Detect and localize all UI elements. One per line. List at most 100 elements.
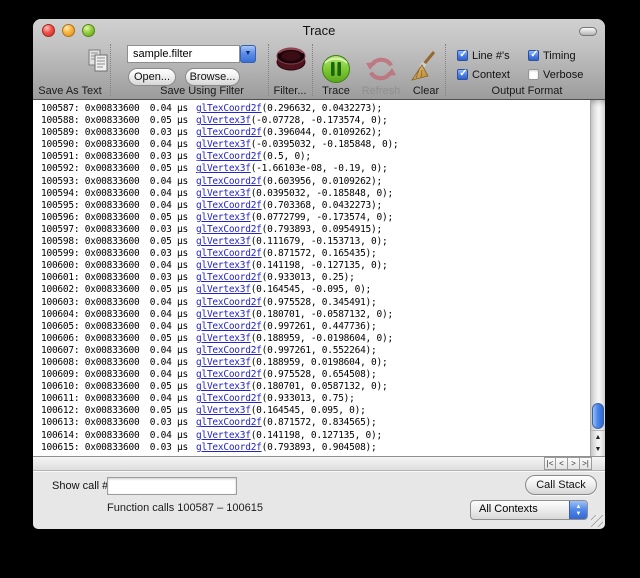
scrollbar-thumb[interactable] [592,403,604,429]
trace-row[interactable]: 100594: 0x008336000.04 µsglVertex3f(0.03… [33,188,590,200]
trace-row[interactable]: 100612: 0x008336000.05 µsglVertex3f(0.16… [33,405,590,417]
trace-row[interactable]: 100603: 0x008336000.04 µsglTexCoord2f(0.… [33,297,590,309]
trace-row[interactable]: 100601: 0x008336000.03 µsglTexCoord2f(0.… [33,272,590,284]
checkbox-timing[interactable]: ✓ Timing [528,49,576,62]
trace-row[interactable]: 100587: 0x008336000.04 µsglTexCoord2f(0.… [33,103,590,115]
filter-button[interactable] [273,45,309,80]
trace-row[interactable]: 100599: 0x008336000.03 µsglTexCoord2f(0.… [33,248,590,260]
function-link[interactable]: glVertex3f [196,381,251,392]
function-link[interactable]: glTexCoord2f [196,248,262,259]
context-checkbox[interactable]: ✓ [457,69,468,80]
trace-row[interactable]: 100593: 0x008336000.04 µsglTexCoord2f(0.… [33,176,590,188]
function-link[interactable]: glTexCoord2f [196,272,262,283]
function-link[interactable]: glTexCoord2f [196,393,262,404]
filter-combo[interactable]: sample.filter ▼ [127,45,256,63]
browse-button[interactable]: Browse... [185,68,240,86]
call-stack-button[interactable]: Call Stack [525,475,597,495]
trace-row[interactable]: 100597: 0x008336000.03 µsglTexCoord2f(0.… [33,224,590,236]
call-number-input[interactable] [107,477,237,495]
vertical-scrollbar[interactable]: ▲ ▼ [590,100,605,456]
function-link[interactable]: glTexCoord2f [196,103,262,114]
trace-row[interactable]: 100608: 0x008336000.04 µsglVertex3f(0.18… [33,357,590,369]
function-link[interactable]: glTexCoord2f [196,417,262,428]
checkbox-context[interactable]: ✓ Context [457,68,510,81]
function-link[interactable]: glVertex3f [196,405,251,416]
toolbar-toggle-pill[interactable] [579,27,597,36]
function-link[interactable]: glTexCoord2f [196,442,262,453]
filter-combo-value[interactable]: sample.filter [127,45,240,63]
scroll-up-button[interactable]: ▲ [591,430,605,444]
trace-row[interactable]: 100592: 0x008336000.05 µsglVertex3f(-1.6… [33,163,590,175]
call-args: (0.188959, 0.0198604, 0); [251,357,388,368]
function-link[interactable]: glTexCoord2f [196,321,262,332]
function-link[interactable]: glTexCoord2f [196,224,262,235]
function-link[interactable]: glVertex3f [196,284,251,295]
call-line-address: 100598: 0x00833600 [41,236,141,248]
trace-row[interactable]: 100588: 0x008336000.05 µsglVertex3f(-0.0… [33,115,590,127]
trace-row[interactable]: 100605: 0x008336000.04 µsglTexCoord2f(0.… [33,321,590,333]
scroll-down-button[interactable]: ▼ [591,443,605,456]
function-link[interactable]: glVertex3f [196,430,251,441]
trace-button[interactable] [320,53,352,88]
filter-combo-dropdown-button[interactable]: ▼ [240,45,256,63]
call-line-address: 100596: 0x00833600 [41,212,141,224]
trace-row[interactable]: 100589: 0x008336000.03 µsglTexCoord2f(0.… [33,127,590,139]
save-as-text-button[interactable] [85,48,111,77]
trace-row[interactable]: 100604: 0x008336000.04 µsglVertex3f(0.18… [33,309,590,321]
next-page-button[interactable]: > [568,457,580,470]
function-link[interactable]: glVertex3f [196,188,251,199]
function-link[interactable]: glTexCoord2f [196,176,262,187]
titlebar[interactable]: Trace [33,19,605,41]
function-link[interactable]: glVertex3f [196,212,251,223]
verbose-checkbox[interactable]: ✓ [528,69,539,80]
trace-row[interactable]: 100609: 0x008336000.04 µsglTexCoord2f(0.… [33,369,590,381]
clear-button[interactable] [410,51,440,86]
trace-list[interactable]: 100587: 0x008336000.04 µsglTexCoord2f(0.… [33,100,590,459]
trace-row[interactable]: 100611: 0x008336000.04 µsglTexCoord2f(0.… [33,393,590,405]
open-button[interactable]: Open... [128,68,176,86]
trace-row[interactable]: 100591: 0x008336000.03 µsglTexCoord2f(0.… [33,151,590,163]
trace-row[interactable]: 100613: 0x008336000.03 µsglTexCoord2f(0.… [33,417,590,429]
function-link[interactable]: glVertex3f [196,139,251,150]
call-line-address: 100594: 0x00833600 [41,188,141,200]
trace-row[interactable]: 100610: 0x008336000.05 µsglVertex3f(0.18… [33,381,590,393]
resize-grip[interactable] [591,515,603,527]
function-link[interactable]: glTexCoord2f [196,369,262,380]
call-time: 0.05 µs [141,212,188,224]
trace-row[interactable]: 100602: 0x008336000.05 µsglVertex3f(0.16… [33,284,590,296]
function-link[interactable]: glTexCoord2f [196,127,262,138]
contexts-popup[interactable]: All Contexts ▲ ▼ [470,500,588,520]
trace-row[interactable]: 100615: 0x008336000.03 µsglTexCoord2f(0.… [33,442,590,454]
call-args: (0.5, 0); [262,151,311,162]
function-link[interactable]: glTexCoord2f [196,297,262,308]
prev-page-button[interactable]: < [556,457,568,470]
function-link[interactable]: glVertex3f [196,357,251,368]
checkbox-line-numbers[interactable]: ✓ Line #'s [457,49,510,62]
trace-row[interactable]: 100607: 0x008336000.04 µsglTexCoord2f(0.… [33,345,590,357]
function-link[interactable]: glVertex3f [196,163,251,174]
trace-row[interactable]: 100614: 0x008336000.04 µsglVertex3f(0.14… [33,430,590,442]
trace-row[interactable]: 100596: 0x008336000.05 µsglVertex3f(0.07… [33,212,590,224]
refresh-button[interactable] [364,53,398,88]
function-link[interactable]: glVertex3f [196,333,251,344]
save-as-text-icon [85,65,111,77]
call-args: (0.0395032, -0.185848, 0); [251,188,393,199]
line-numbers-checkbox[interactable]: ✓ [457,50,468,61]
trace-row[interactable]: 100600: 0x008336000.04 µsglVertex3f(0.14… [33,260,590,272]
call-args: (0.871572, 0.834565); [262,417,377,428]
trace-row[interactable]: 100606: 0x008336000.05 µsglVertex3f(0.18… [33,333,590,345]
trace-row[interactable]: 100595: 0x008336000.04 µsglTexCoord2f(0.… [33,200,590,212]
first-page-button[interactable]: |< [544,457,556,470]
function-link[interactable]: glTexCoord2f [196,151,262,162]
trace-row[interactable]: 100598: 0x008336000.05 µsglVertex3f(0.11… [33,236,590,248]
last-page-button[interactable]: >| [580,457,592,470]
function-link[interactable]: glTexCoord2f [196,345,262,356]
function-link[interactable]: glVertex3f [196,115,251,126]
timing-checkbox[interactable]: ✓ [528,50,539,61]
function-link[interactable]: glVertex3f [196,260,251,271]
function-link[interactable]: glVertex3f [196,236,251,247]
trace-row[interactable]: 100590: 0x008336000.04 µsglVertex3f(-0.0… [33,139,590,151]
function-link[interactable]: glTexCoord2f [196,200,262,211]
checkbox-verbose[interactable]: ✓ Verbose [528,68,583,81]
function-link[interactable]: glVertex3f [196,309,251,320]
